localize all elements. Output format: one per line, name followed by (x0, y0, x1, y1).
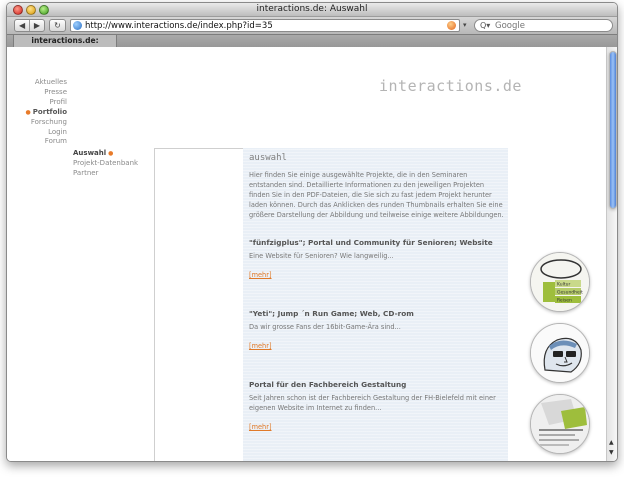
nav-item-forschung[interactable]: Forschung (11, 118, 67, 128)
rss-icon[interactable] (447, 21, 456, 30)
nav-item-portfolio[interactable]: ● Portfolio (11, 108, 67, 118)
project-description: Seit Jahren schon ist der Fachbereich Ge… (249, 394, 496, 412)
page-viewport: interactions.de Aktuelles Presse Profil … (7, 47, 606, 461)
vertical-scrollbar[interactable]: ▲ ▼ (606, 47, 617, 461)
yeti-thumbnail-graphic (531, 324, 589, 382)
project-description: Eine Website für Senioren? Wie langweili… (249, 252, 394, 260)
fuenfzigplus-thumbnail-graphic: Kultur Gesundheit Reisen (531, 253, 589, 311)
project-description: Da wir grosse Fans der 16bit-Game-Ära si… (249, 323, 401, 331)
search-engine-chevron-icon[interactable]: ▾ (463, 21, 467, 29)
menu-label: Reisen (557, 298, 572, 304)
tab-auswahl[interactable]: interactions.de: Auswahl (13, 35, 117, 57)
active-bullet-icon: ● (108, 150, 114, 157)
project-item: "Yeti"; Jump ´n Run Game; Web, CD-rom Da… (249, 309, 507, 352)
active-bullet-icon: ● (25, 108, 31, 116)
project-title: "Yeti"; Jump ´n Run Game; Web, CD-rom (249, 309, 414, 318)
nav-item-aktuelles[interactable]: Aktuelles (11, 78, 67, 88)
fachbereich-thumbnail[interactable] (530, 394, 590, 454)
tab-bar: interactions.de: Auswahl (7, 34, 617, 57)
subnav-item-partner[interactable]: Partner (73, 169, 153, 179)
subnav-item-auswahl-label: Auswahl (73, 149, 107, 157)
scrollbar-thumb[interactable] (609, 51, 617, 209)
text-line-shape (539, 434, 575, 436)
project-title: "fünfzigplus"; Portal und Community für … (249, 238, 493, 247)
page-title: auswahl (249, 153, 287, 163)
glasses-right-shape (566, 351, 576, 357)
sub-navigation: Auswahl ● Projekt-Datenbank Partner (73, 149, 153, 179)
reload-button[interactable]: ↻ (49, 19, 66, 32)
url-text[interactable]: http://www.interactions.de/index.php?id=… (85, 21, 273, 31)
nav-item-forum[interactable]: Forum (11, 137, 67, 147)
title-bar[interactable]: interactions.de: Auswahl (7, 3, 617, 17)
site-logo[interactable]: interactions.de (379, 77, 522, 95)
text-line-shape (539, 429, 583, 431)
window-title: interactions.de: Auswahl (256, 4, 368, 14)
project-item: Portal für den Fachbereich Gestaltung Se… (249, 380, 507, 433)
reload-icon: ↻ (54, 21, 61, 30)
more-link[interactable]: [mehr] (249, 271, 272, 281)
subnav-item-projekt-datenbank[interactable]: Projekt-Datenbank (73, 159, 153, 169)
back-arrow-icon[interactable]: ◀ (15, 21, 29, 30)
menu-label: Gesundheit (557, 290, 583, 296)
main-navigation: Aktuelles Presse Profil ● Portfolio Forsc… (11, 78, 67, 147)
yeti-thumbnail[interactable] (530, 323, 590, 383)
subnav-item-auswahl[interactable]: Auswahl ● (73, 149, 153, 159)
browser-toolbar: ◀ ▶ ↻ http://www.interactions.de/index.p… (7, 17, 617, 34)
globe-icon (73, 21, 82, 30)
back-forward-buttons: ◀ ▶ (14, 19, 45, 32)
project-item: "fünfzigplus"; Portal und Community für … (249, 238, 507, 281)
address-bar[interactable]: http://www.interactions.de/index.php?id=… (70, 19, 460, 32)
nav-item-profil[interactable]: Profil (11, 98, 67, 108)
glasses-left-shape (553, 351, 563, 357)
menu-label: Kultur (557, 282, 570, 288)
scroll-down-arrow-icon[interactable]: ▼ (609, 449, 614, 456)
fachbereich-thumbnail-graphic (531, 395, 589, 453)
search-input[interactable] (495, 21, 605, 31)
search-icon: Q▾ (480, 21, 491, 30)
green-block-shape (543, 282, 555, 302)
search-box[interactable]: Q▾ (474, 19, 613, 32)
fuenfzigplus-thumbnail[interactable]: Kultur Gesundheit Reisen (530, 252, 590, 312)
more-link[interactable]: [mehr] (249, 423, 272, 433)
nav-item-portfolio-label: Portfolio (32, 107, 67, 116)
more-link[interactable]: [mehr] (249, 342, 272, 352)
text-line-shape (539, 444, 569, 446)
intro-text: Hier finden Sie einige ausgewählte Proje… (249, 171, 504, 219)
nav-item-login[interactable]: Login (11, 128, 67, 138)
project-title: Portal für den Fachbereich Gestaltung (249, 380, 407, 389)
nav-item-presse[interactable]: Presse (11, 88, 67, 98)
scroll-up-arrow-icon[interactable]: ▲ (609, 439, 614, 446)
text-line-shape (539, 439, 579, 441)
browser-window: interactions.de: Auswahl ◀ ▶ ↻ http://ww… (6, 2, 618, 462)
forward-arrow-icon[interactable]: ▶ (30, 21, 44, 30)
